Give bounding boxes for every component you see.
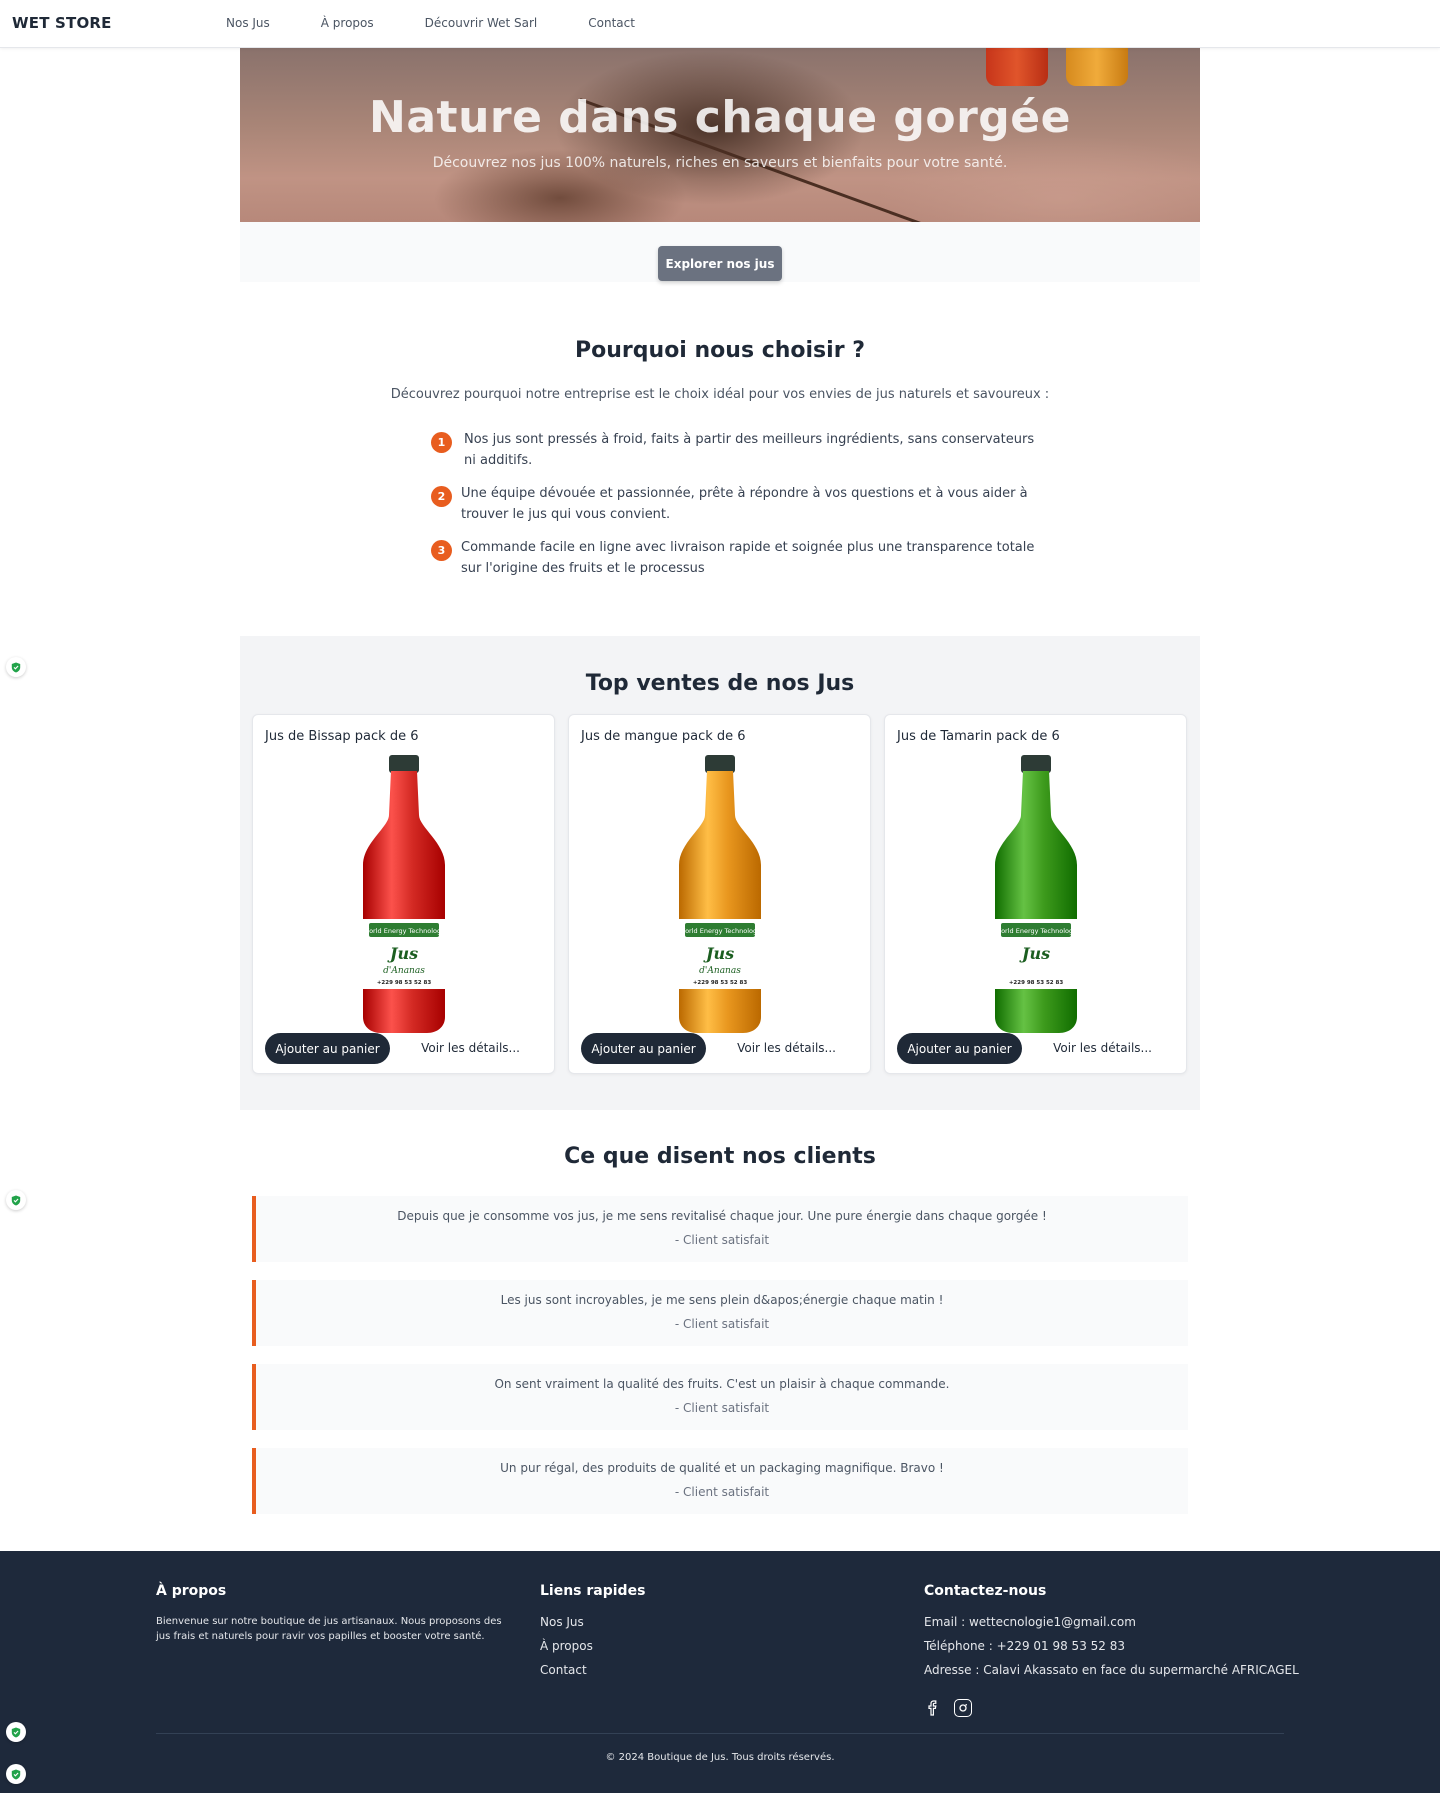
testimonial-author: - Client satisfait <box>674 1485 770 1499</box>
reason-number-badge: 3 <box>431 540 452 561</box>
footer-copyright: © 2024 Boutique de Jus. Tous droits rése… <box>605 1752 835 1763</box>
reason-item: 3 Commande facile en ligne avec livraiso… <box>431 537 1034 579</box>
product-name: Jus de Bissap pack de 6 <box>265 729 419 744</box>
product-card: Jus de Tamarin pack de 6 World Energy Te… <box>884 714 1187 1074</box>
hero-bottle-image <box>1066 48 1128 86</box>
reason-text: Nos jus sont pressés à froid, faits à pa… <box>464 429 1034 471</box>
testimonial-author: - Client satisfait <box>674 1317 770 1331</box>
shield-icon[interactable] <box>6 1190 26 1210</box>
reason-item: 1 Nos jus sont pressés à froid, faits à … <box>431 429 1034 471</box>
instagram-icon[interactable] <box>954 1699 972 1717</box>
product-name: Jus de mangue pack de 6 <box>581 729 746 744</box>
product-name: Jus de Tamarin pack de 6 <box>897 729 1060 744</box>
svg-text:World Energy Technology: World Energy Technology <box>363 927 445 935</box>
reason-text-line: trouver le jus qui vous convient. <box>461 507 671 522</box>
hero-banner: Nature dans chaque gorgée Découvrez nos … <box>240 48 1200 222</box>
view-details-link[interactable]: Voir les détails... <box>421 1041 520 1055</box>
footer-contact-title: Contactez-nous <box>924 1583 1047 1599</box>
nav-link-contact[interactable]: Contact <box>588 16 635 30</box>
svg-text:World Energy Technology: World Energy Technology <box>679 927 761 935</box>
reason-text: Commande facile en ligne avec livraison … <box>461 537 1034 579</box>
svg-text:Jus: Jus <box>1019 944 1050 963</box>
testimonials-title: Ce que disent nos clients <box>564 1144 876 1169</box>
product-card: Jus de mangue pack de 6 World Energy Tec… <box>568 714 871 1074</box>
svg-text:World Energy Technology: World Energy Technology <box>995 927 1077 935</box>
testimonial-author: - Client satisfait <box>674 1401 770 1415</box>
reason-text-line: Nos jus sont pressés à froid, faits à pa… <box>464 432 1035 447</box>
juice-bottle-image: World Energy Technology Jus +229 98 53 52 … <box>994 755 1078 1033</box>
svg-text:+229 98 53 52 83: +229 98 53 52 83 <box>693 980 748 986</box>
svg-text:+229 98 53 52 83: +229 98 53 52 83 <box>377 980 432 986</box>
reason-number-badge: 2 <box>431 486 452 507</box>
product-card: Jus de Bissap pack de 6 World Energy Tec… <box>252 714 555 1074</box>
svg-text:Jus: Jus <box>387 944 418 963</box>
explore-juices-button[interactable]: Explorer nos jus <box>658 246 782 281</box>
hero-bottle-image <box>986 48 1048 86</box>
footer-address: Adresse : Calavi Akassato en face du sup… <box>924 1663 1299 1677</box>
footer-about-text: Bienvenue sur notre boutique de jus arti… <box>156 1616 502 1642</box>
nav-link-decouvrir[interactable]: Découvrir Wet Sarl <box>425 16 538 30</box>
testimonial-card: Un pur régal, des produits de qualité et… <box>252 1448 1188 1514</box>
shield-icon[interactable] <box>6 1722 26 1742</box>
hero-subtitle: Découvrez nos jus 100% naturels, riches … <box>432 155 1008 171</box>
testimonial-card: Depuis que je consomme vos jus, je me se… <box>252 1196 1188 1262</box>
reason-item: 2 Une équipe dévouée et passionnée, prêt… <box>431 483 1028 525</box>
top-navbar: WET STORE Nos Jus À propos Découvrir Wet… <box>0 0 1440 48</box>
brand-logo[interactable]: WET STORE <box>12 14 112 32</box>
reason-text-line: sur l'origine des fruits et le processus <box>461 561 705 576</box>
testimonial-quote: On sent vraiment la qualité des fruits. … <box>494 1377 950 1391</box>
juice-bottle-image: World Energy Technology Jus d'Ananas +229 9… <box>362 755 446 1033</box>
svg-text:d'Ananas: d'Ananas <box>383 966 425 976</box>
footer-divider <box>156 1733 1284 1734</box>
testimonial-author: - Client satisfait <box>674 1233 770 1247</box>
why-section-intro: Découvrez pourquoi notre entreprise est … <box>390 387 1050 402</box>
shield-icon[interactable] <box>6 657 26 677</box>
add-to-cart-button[interactable]: Ajouter au panier <box>897 1033 1022 1064</box>
footer-phone: Téléphone : +229 01 98 53 52 83 <box>924 1639 1125 1653</box>
add-to-cart-button[interactable]: Ajouter au panier <box>265 1033 390 1064</box>
shield-icon[interactable] <box>6 1764 26 1784</box>
view-details-link[interactable]: Voir les détails... <box>1053 1041 1152 1055</box>
testimonial-card: Les jus sont incroyables, je me sens ple… <box>252 1280 1188 1346</box>
hero-title: Nature dans chaque gorgée <box>369 92 1071 143</box>
svg-text:Jus: Jus <box>703 944 734 963</box>
footer-links-title: Liens rapides <box>540 1583 646 1599</box>
reason-text-line: Une équipe dévouée et passionnée, prête … <box>461 486 1028 501</box>
why-section-title: Pourquoi nous choisir ? <box>575 338 865 363</box>
nav-links: Nos Jus À propos Découvrir Wet Sarl Cont… <box>226 16 635 30</box>
testimonial-card: On sent vraiment la qualité des fruits. … <box>252 1364 1188 1430</box>
nav-link-a-propos[interactable]: À propos <box>321 16 374 30</box>
footer-link-a-propos[interactable]: À propos <box>540 1639 593 1653</box>
testimonial-quote: Depuis que je consomme vos jus, je me se… <box>397 1209 1047 1223</box>
footer-link-contact[interactable]: Contact <box>540 1663 587 1677</box>
svg-text:d'Ananas: d'Ananas <box>699 966 741 976</box>
site-footer: À propos Bienvenue sur notre boutique de… <box>0 1551 1440 1793</box>
testimonial-quote: Les jus sont incroyables, je me sens ple… <box>500 1293 944 1307</box>
reason-text: Une équipe dévouée et passionnée, prête … <box>461 483 1028 525</box>
footer-about-title: À propos <box>156 1583 227 1599</box>
testimonial-quote: Un pur régal, des produits de qualité et… <box>500 1461 944 1475</box>
svg-text:+229 98 53 52 83: +229 98 53 52 83 <box>1009 980 1064 986</box>
footer-link-nos-jus[interactable]: Nos Jus <box>540 1615 584 1629</box>
facebook-icon[interactable] <box>924 1699 942 1717</box>
reason-number-badge: 1 <box>431 432 452 453</box>
top-sales-title: Top ventes de nos Jus <box>585 671 855 696</box>
nav-link-nos-jus[interactable]: Nos Jus <box>226 16 270 30</box>
footer-email: Email : wettecnologie1@gmail.com <box>924 1615 1136 1629</box>
reason-text-line: Commande facile en ligne avec livraison … <box>461 540 1035 555</box>
reason-text-line: ni additifs. <box>464 453 533 468</box>
view-details-link[interactable]: Voir les détails... <box>737 1041 836 1055</box>
juice-bottle-image: World Energy Technology Jus d'Ananas +229 9… <box>678 755 762 1033</box>
add-to-cart-button[interactable]: Ajouter au panier <box>581 1033 706 1064</box>
